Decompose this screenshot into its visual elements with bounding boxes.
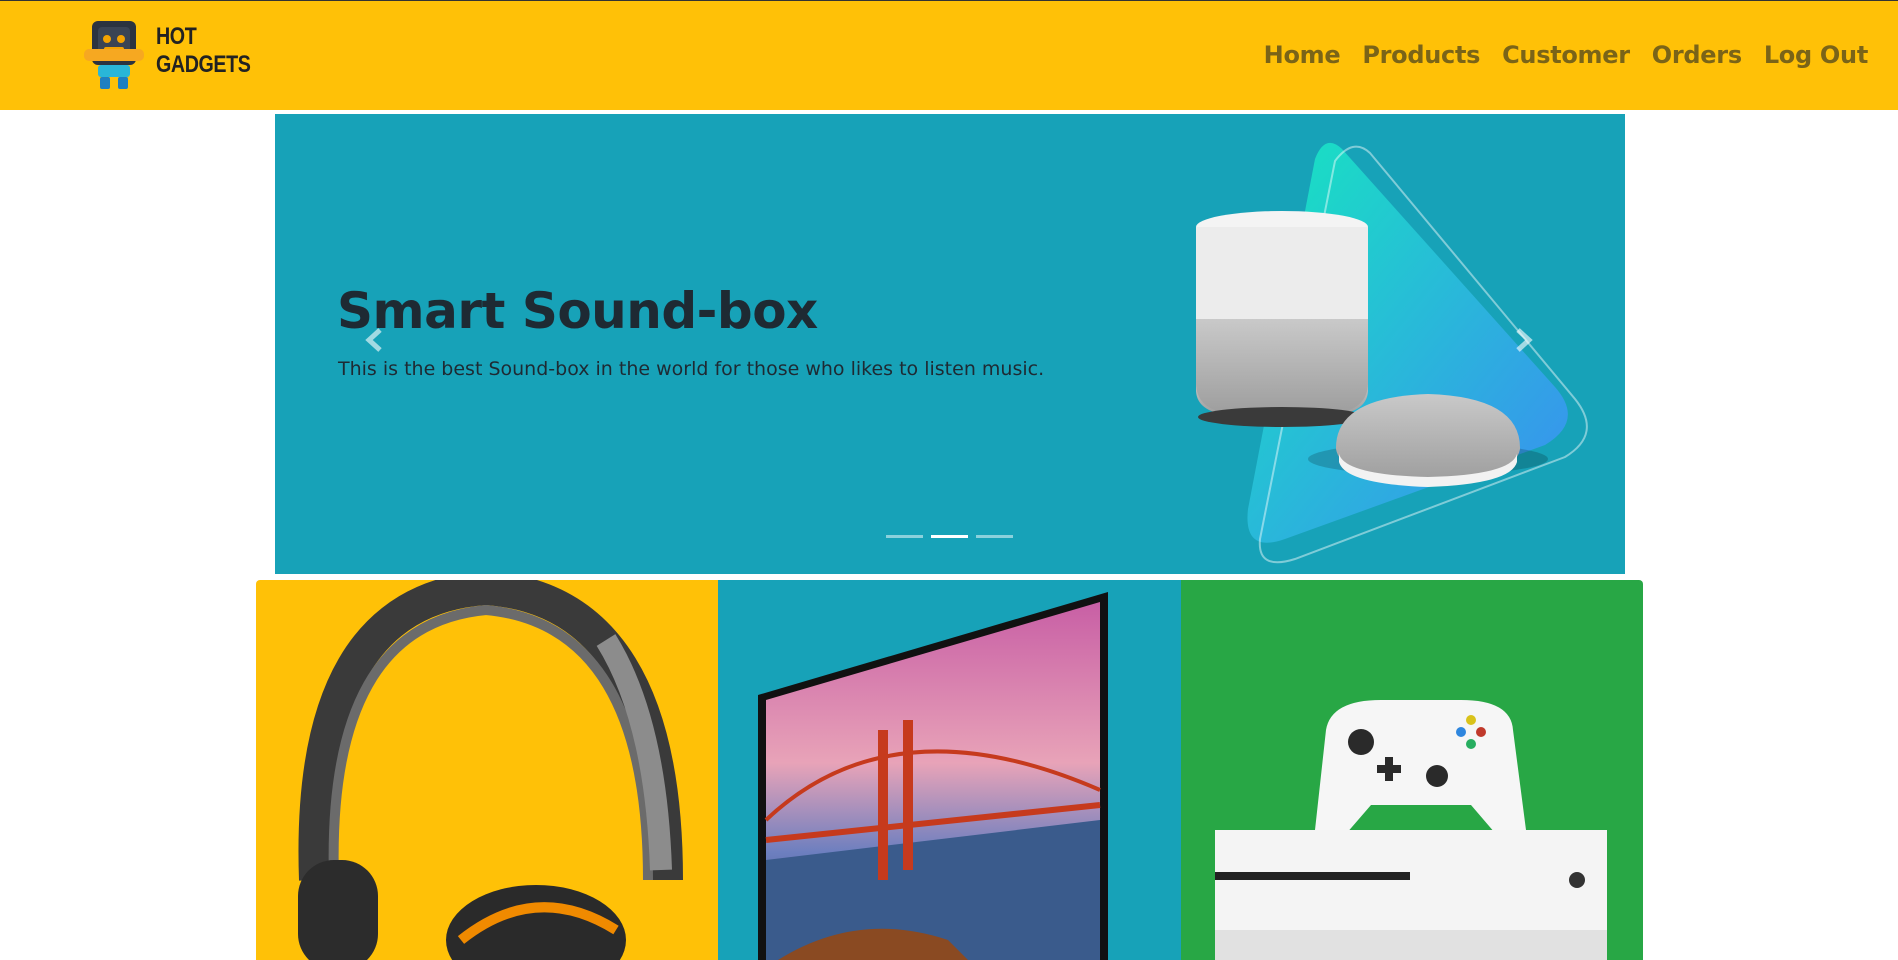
carousel-prev-button[interactable] xyxy=(355,320,395,360)
main-nav: Home Products Customer Orders Log Out xyxy=(1264,41,1869,69)
carousel-indicator-3[interactable] xyxy=(976,535,1013,538)
nav-customer[interactable]: Customer xyxy=(1502,41,1630,69)
brand-line-2: GADGETS xyxy=(156,51,251,78)
game-console-image xyxy=(1214,700,1607,960)
chevron-right-icon xyxy=(1516,328,1533,352)
brand-line-1: HOT xyxy=(156,23,197,50)
nav-products[interactable]: Products xyxy=(1362,41,1480,69)
card-television[interactable] xyxy=(718,580,1181,960)
chevron-left-icon xyxy=(365,328,382,352)
navbar: HOT GADGETS Home Products Customer Order… xyxy=(0,0,1898,110)
card-headphones[interactable] xyxy=(256,580,719,960)
carousel-indicators xyxy=(886,535,1013,538)
carousel-indicator-2[interactable] xyxy=(931,535,968,538)
nav-orders[interactable]: Orders xyxy=(1652,41,1742,69)
nav-logout[interactable]: Log Out xyxy=(1764,41,1868,69)
product-cards xyxy=(256,580,1643,960)
headphones-image xyxy=(298,580,683,960)
nav-home[interactable]: Home xyxy=(1264,41,1341,69)
slide-description: This is the best Sound-box in the world … xyxy=(338,358,1045,380)
hero-carousel: Smart Sound-box This is the best Sound-b… xyxy=(275,114,1625,574)
carousel-indicator-1[interactable] xyxy=(886,535,923,538)
brand-name[interactable]: HOT GADGETS xyxy=(156,23,251,79)
card-game-console[interactable] xyxy=(1180,580,1643,960)
television-image xyxy=(758,592,1109,960)
slide-title: Smart Sound-box xyxy=(337,282,818,340)
carousel-next-button[interactable] xyxy=(1503,320,1543,360)
